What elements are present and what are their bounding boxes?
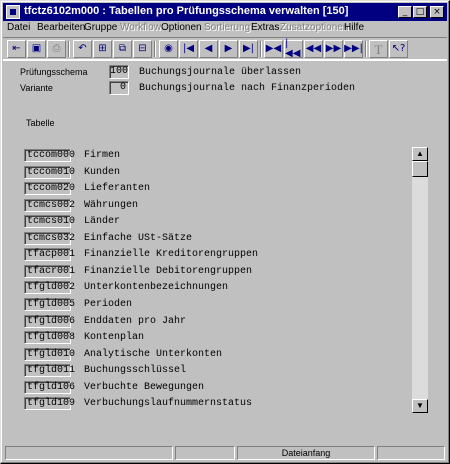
- table-code-field[interactable]: tfacp001: [24, 248, 75, 261]
- status-panel: [5, 446, 173, 460]
- table-code-field[interactable]: tcmcs010: [24, 215, 75, 228]
- table-description: Buchungsschlüssel: [84, 365, 187, 376]
- menu-optionen[interactable]: Optionen: [161, 22, 202, 33]
- table-description: Perioden: [84, 299, 133, 310]
- table-description: Enddaten pro Jahr: [84, 316, 187, 327]
- status-panel: [377, 446, 445, 460]
- toolbar-separator: [365, 41, 367, 57]
- close-button[interactable]: ×: [430, 6, 444, 18]
- schema-description: Buchungsjournale überlassen: [139, 67, 302, 78]
- schema-field[interactable]: 100: [109, 65, 129, 79]
- menu-gruppe[interactable]: Gruppe: [84, 22, 117, 33]
- maximize-button[interactable]: □: [413, 6, 427, 18]
- undo-icon[interactable]: ↶: [73, 40, 92, 58]
- table-description: Länder: [84, 216, 121, 227]
- table-description: Kunden: [84, 167, 121, 178]
- menu-bearbeiten[interactable]: Bearbeiten: [37, 22, 85, 33]
- menu-sortierung[interactable]: Sortierung: [204, 22, 250, 33]
- scroll-thumb[interactable]: [412, 161, 428, 177]
- toolbar: ⇤ ▣ ⎙ ↶ ⊞ ⧉ ⊟ ◉ |◀ ◀ ▶ ▶| ▶◀ |◀◀ ◀◀ ▶▶ ▶…: [3, 37, 447, 61]
- toolbar-separator: [154, 41, 156, 57]
- help-icon[interactable]: ↖?: [389, 40, 408, 58]
- table-code-field[interactable]: tfgld008: [24, 331, 75, 344]
- scroll-down-icon[interactable]: ▼: [412, 399, 428, 413]
- table-description: Lieferanten: [84, 183, 151, 194]
- first-icon[interactable]: |◀: [179, 40, 198, 58]
- menu-workflow[interactable]: Workflow: [120, 22, 161, 33]
- table-code-field[interactable]: tccom020: [24, 182, 75, 195]
- status-panel: [175, 446, 235, 460]
- table-code-field[interactable]: tfacr001: [24, 265, 75, 278]
- tree-icon[interactable]: ⊟: [133, 40, 152, 58]
- last-group-icon[interactable]: ▶▶|: [344, 40, 363, 58]
- scroll-up-icon[interactable]: ▲: [412, 147, 428, 161]
- menu-zusatzoptionen[interactable]: Zusatzoptionen: [280, 22, 348, 33]
- menu-datei[interactable]: Datei: [7, 22, 30, 33]
- previous-group-icon[interactable]: |◀◀: [284, 39, 303, 59]
- save-icon[interactable]: ▣: [27, 40, 46, 58]
- first-group-icon[interactable]: ▶◀: [264, 40, 283, 58]
- find-icon[interactable]: ◉: [159, 40, 178, 58]
- variant-field[interactable]: 0: [109, 81, 129, 95]
- menu-bar: Datei Bearbeiten Gruppe Workflow Optione…: [3, 21, 447, 37]
- table-code-field[interactable]: tfgld011: [24, 364, 75, 377]
- table-code-field[interactable]: tfgld005: [24, 298, 75, 311]
- table-code-field[interactable]: tcmcs032: [24, 232, 75, 245]
- table-code-field[interactable]: tcmcs002: [24, 199, 75, 212]
- table-description: Einfache USt-Sätze: [84, 233, 193, 244]
- variant-description: Buchungsjournale nach Finanzperioden: [139, 83, 356, 94]
- table-code-field[interactable]: tfgld106: [24, 381, 75, 394]
- menu-hilfe[interactable]: Hilfe: [344, 22, 364, 33]
- toolbar-separator: [260, 41, 262, 57]
- copy-icon[interactable]: ⧉: [113, 40, 132, 58]
- exit-icon[interactable]: ⇤: [7, 40, 26, 58]
- schema-label: Prüfungsschema: [20, 67, 88, 77]
- table-description: Währungen: [84, 200, 139, 211]
- next-icon[interactable]: ▶: [219, 40, 238, 58]
- variant-label: Variante: [20, 83, 53, 93]
- minimize-button[interactable]: _: [398, 6, 412, 18]
- status-panel-position: Dateianfang: [237, 446, 375, 460]
- table-code-field[interactable]: tfgld010: [24, 348, 75, 361]
- tree-icon[interactable]: ⊞: [93, 40, 112, 58]
- main-window: tfctz6102m000 : Tabellen pro Prüfungssch…: [0, 0, 450, 464]
- next-page-icon[interactable]: ▶▶: [324, 40, 343, 58]
- table-code-field[interactable]: tfgld002: [24, 281, 75, 294]
- table-column-header: Tabelle: [26, 118, 55, 128]
- window-title: tfctz6102m000 : Tabellen pro Prüfungssch…: [24, 5, 349, 17]
- vertical-scrollbar[interactable]: ▲ ▼: [412, 147, 428, 413]
- app-icon[interactable]: [6, 5, 20, 19]
- previous-icon[interactable]: ◀: [199, 40, 218, 58]
- table-code-field[interactable]: tfgld006: [24, 315, 75, 328]
- status-bar: Dateianfang: [3, 445, 447, 461]
- menu-extras[interactable]: Extras: [251, 22, 279, 33]
- table-code-field[interactable]: tccom010: [24, 166, 75, 179]
- previous-page-icon[interactable]: ◀◀: [304, 40, 323, 58]
- text-icon[interactable]: T: [369, 40, 388, 58]
- table-description: Verbuchte Bewegungen: [84, 382, 205, 393]
- toolbar-separator: [68, 41, 70, 57]
- table-description: Verbuchungslaufnummernstatus: [84, 398, 253, 409]
- table-description: Unterkontenbezeichnungen: [84, 282, 229, 293]
- print-icon[interactable]: ⎙: [47, 40, 66, 58]
- table-description: Finanzielle Debitorengruppen: [84, 266, 253, 277]
- table-description: Finanzielle Kreditorengruppen: [84, 249, 259, 260]
- table-description: Analytische Unterkonten: [84, 349, 223, 360]
- table-description: Kontenplan: [84, 332, 145, 343]
- table-code-field[interactable]: tfgld109: [24, 397, 75, 410]
- table-code-field[interactable]: tccom000: [24, 149, 75, 162]
- title-bar[interactable]: tfctz6102m000 : Tabellen pro Prüfungssch…: [3, 3, 447, 21]
- last-icon[interactable]: ▶|: [239, 40, 258, 58]
- table-description: Firmen: [84, 150, 121, 161]
